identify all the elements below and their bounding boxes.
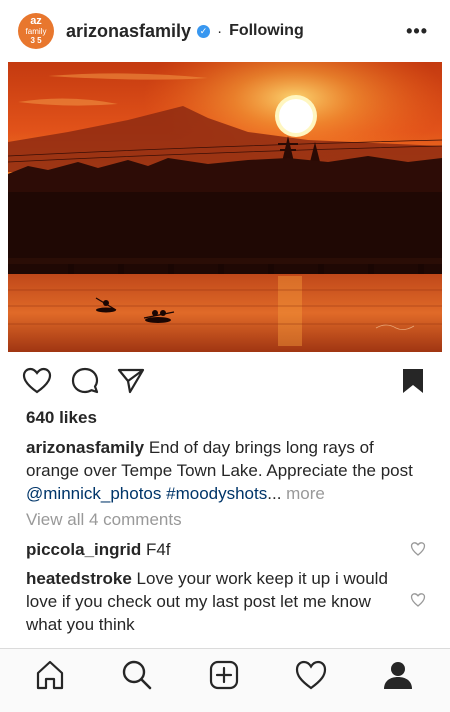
activity-heart-icon[interactable] bbox=[294, 658, 328, 692]
avatar-text-1: az bbox=[30, 15, 42, 27]
comment-item: piccola_ingrid F4f bbox=[26, 538, 406, 561]
following-button[interactable]: Following bbox=[229, 22, 304, 40]
search-icon[interactable] bbox=[120, 658, 154, 692]
heart-icon[interactable] bbox=[22, 366, 52, 396]
comment-text: F4f bbox=[141, 540, 171, 559]
avatar[interactable]: az family 3 5 bbox=[18, 13, 54, 49]
hashtag-link[interactable]: #moodyshots bbox=[166, 484, 267, 503]
comment-icon[interactable] bbox=[70, 366, 100, 396]
home-icon[interactable] bbox=[33, 658, 67, 692]
share-icon[interactable] bbox=[116, 366, 146, 396]
avatar-text-3: 3 5 bbox=[30, 36, 42, 45]
post-actions bbox=[0, 352, 450, 408]
post-image[interactable] bbox=[8, 62, 442, 352]
profile-icon[interactable] bbox=[381, 658, 415, 692]
post-caption: arizonasfamily End of day brings long ra… bbox=[26, 436, 426, 505]
caption-username[interactable]: arizonasfamily bbox=[26, 438, 144, 457]
comment-like-heart-icon[interactable] bbox=[410, 541, 426, 557]
comment-like-heart-icon[interactable] bbox=[410, 592, 426, 608]
likes-count[interactable]: 640 likes bbox=[26, 408, 97, 428]
caption-ellipsis: ... bbox=[267, 484, 282, 503]
comment-username[interactable]: piccola_ingrid bbox=[26, 540, 141, 559]
comment-item: heatedstroke Love your work keep it up i… bbox=[26, 567, 406, 636]
comment-username[interactable]: heatedstroke bbox=[26, 569, 132, 588]
add-post-icon[interactable] bbox=[207, 658, 241, 692]
post-header: az family 3 5 arizonasfamily ✓ · Followi… bbox=[0, 0, 450, 62]
view-all-comments-link[interactable]: View all 4 comments bbox=[26, 510, 182, 530]
bottom-navigation bbox=[0, 648, 450, 712]
separator-dot: · bbox=[217, 22, 223, 40]
username-link[interactable]: arizonasfamily bbox=[66, 21, 191, 42]
mention-link[interactable]: @minnick_photos bbox=[26, 484, 161, 503]
avatar-text-2: family bbox=[25, 27, 47, 36]
verified-badge-icon: ✓ bbox=[197, 24, 211, 38]
more-link[interactable]: more bbox=[281, 484, 325, 503]
bookmark-icon[interactable] bbox=[398, 366, 428, 396]
more-horizontal-icon[interactable]: ••• bbox=[406, 22, 428, 40]
